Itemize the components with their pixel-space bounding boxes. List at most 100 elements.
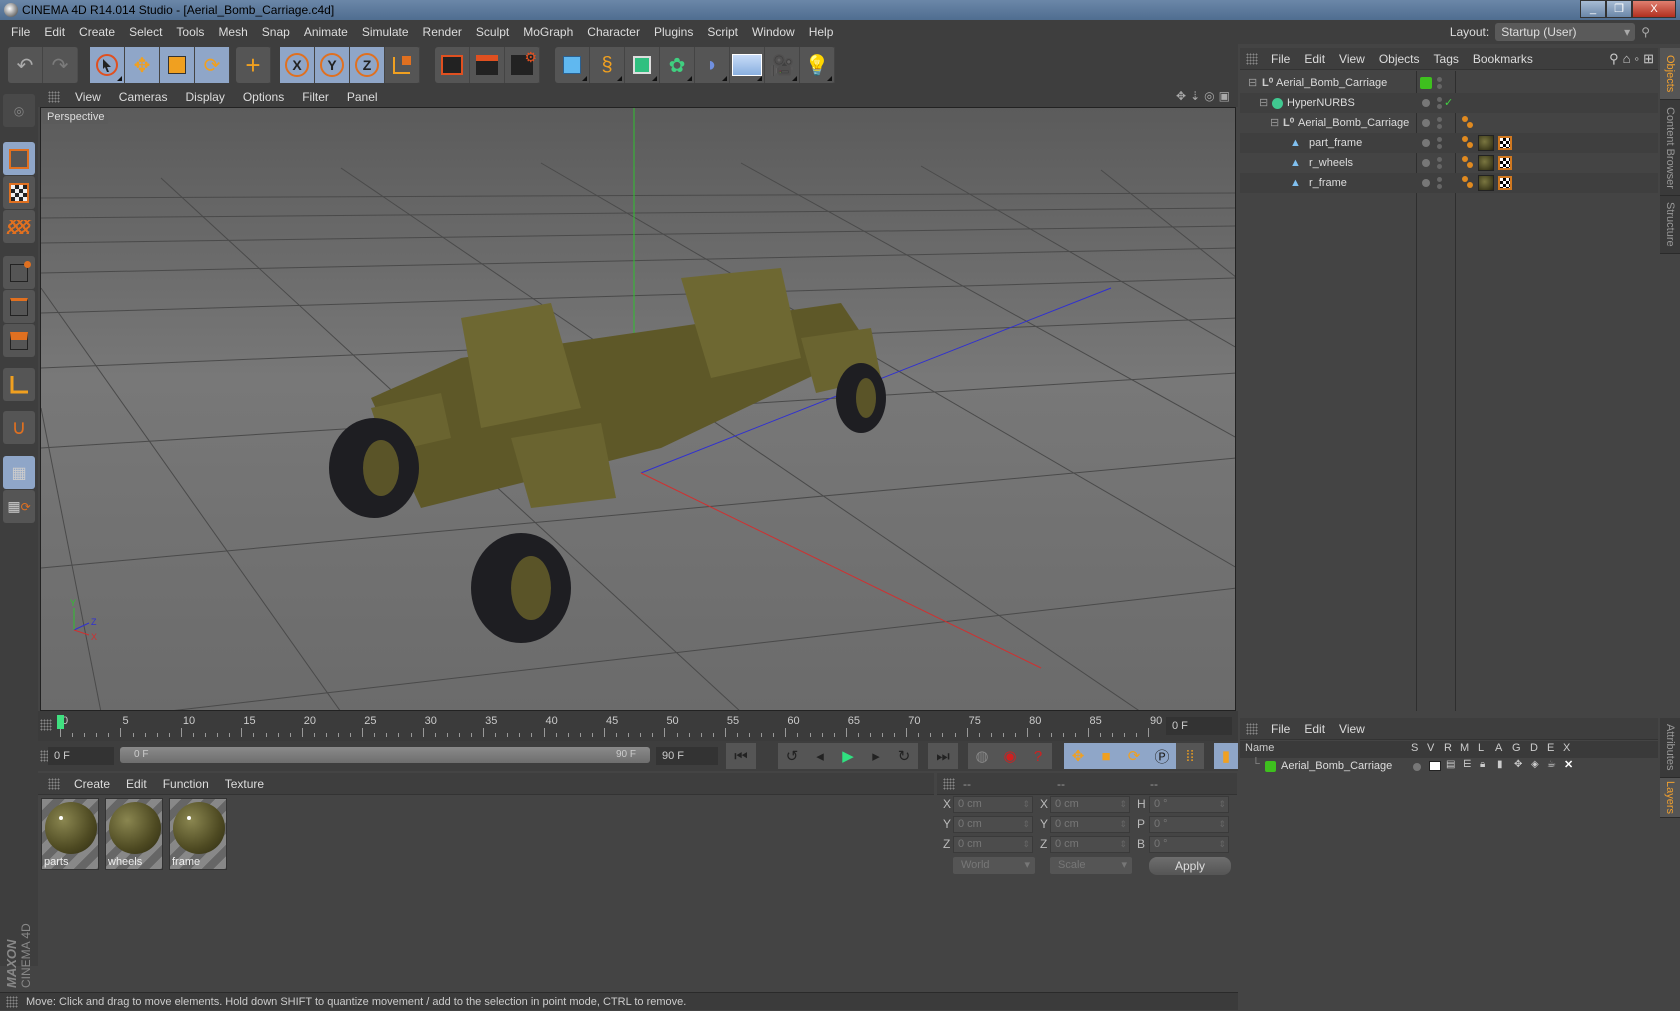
layer-row[interactable]: └ Aerial_Bomb_Carriage ▤ ⋿ 🔒︎ ▮ ✥ ◈ ☕︎ ✕ (1240, 758, 1658, 776)
next-frame-icon[interactable]: ▸ (862, 743, 890, 769)
menu-create[interactable]: Create (72, 25, 122, 39)
maximize-icon[interactable]: ▣ (1219, 89, 1230, 103)
material-menu-texture[interactable]: Texture (217, 777, 272, 791)
polygons-mode-icon[interactable] (3, 324, 35, 357)
pos-y-field[interactable]: 0 cm (953, 816, 1033, 833)
light-icon[interactable]: 💡 (800, 47, 835, 83)
object-name[interactable]: Aerial_Bomb_Carriage (1276, 73, 1387, 93)
layer-dot[interactable] (1422, 179, 1430, 187)
material-tag-icon[interactable] (1478, 175, 1494, 191)
layer-view-eye-icon[interactable] (1429, 761, 1441, 771)
layer-dot[interactable] (1422, 119, 1430, 127)
menu-character[interactable]: Character (580, 25, 647, 39)
uvw-tag-icon[interactable] (1498, 136, 1512, 150)
make-editable-icon[interactable]: ◎ (3, 94, 35, 127)
tree-row[interactable]: ⊟ HyperNURBS ✓ (1240, 93, 1658, 113)
frame-range-slider[interactable]: 0 F 90 F (120, 747, 650, 763)
previous-frame-icon[interactable]: ◂ (806, 743, 834, 769)
layout-dropdown[interactable]: Startup (User) (1495, 23, 1636, 41)
viewport-menu-options[interactable]: Options (234, 90, 293, 104)
viewport-menu-panel[interactable]: Panel (338, 90, 387, 104)
array-icon[interactable]: ✿ (660, 47, 695, 83)
x-axis-icon[interactable]: X (280, 47, 315, 83)
layer-name[interactable]: Aerial_Bomb_Carriage (1281, 760, 1392, 772)
viewport-menu-view[interactable]: View (66, 90, 110, 104)
col-view[interactable]: V (1427, 742, 1434, 754)
visibility-render-dot[interactable] (1437, 104, 1442, 109)
previous-key-icon[interactable]: ↺ (778, 743, 806, 769)
camera-icon[interactable]: 🎥 (765, 47, 800, 83)
layer-lock-icon[interactable]: 🔒︎ (1480, 759, 1485, 770)
scale-icon[interactable] (160, 47, 195, 83)
collapse-icon[interactable]: ⊟ (1248, 73, 1257, 93)
layer-generators-icon[interactable]: ✥ (1514, 759, 1522, 770)
autokey-icon[interactable]: ◉ (996, 743, 1024, 769)
pos-x-field[interactable]: 0 cm (953, 796, 1033, 813)
menu-select[interactable]: Select (122, 25, 169, 39)
zoom-icon[interactable]: ⇣ (1190, 89, 1200, 103)
material-menu-function[interactable]: Function (155, 777, 217, 791)
object-name[interactable]: r_frame (1309, 173, 1347, 193)
uvw-tag-icon[interactable] (1498, 156, 1512, 170)
layer-dot[interactable] (1422, 99, 1430, 107)
orbit-icon[interactable]: ◎ (1204, 89, 1214, 103)
enabled-check-icon[interactable]: ✓ (1444, 93, 1453, 113)
edges-mode-icon[interactable] (3, 290, 35, 323)
rot-b-field[interactable]: 0 ° (1149, 836, 1229, 853)
viewport-menu-cameras[interactable]: Cameras (110, 90, 177, 104)
render-view-icon[interactable] (435, 47, 470, 83)
object-name[interactable]: r_wheels (1309, 153, 1353, 173)
restore-button[interactable]: ❐ (1606, 0, 1632, 18)
workplane-lock-icon[interactable]: ▦ (3, 456, 35, 489)
floor-icon[interactable] (730, 47, 765, 83)
tab-structure[interactable]: Structure (1660, 196, 1680, 254)
panel-grip[interactable] (48, 90, 60, 103)
close-button[interactable]: X (1632, 0, 1676, 18)
position-key-icon[interactable]: ✥ (1064, 743, 1092, 769)
cube-icon[interactable] (555, 47, 590, 83)
workplane-sync-icon[interactable]: ▦ ⟳ (3, 490, 35, 523)
visibility-editor-dot[interactable] (1437, 137, 1442, 142)
tab-content-browser[interactable]: Content Browser (1660, 100, 1680, 196)
material-tag-icon[interactable] (1478, 155, 1494, 171)
current-frame-field[interactable]: 0 F (1166, 717, 1232, 735)
add-object-icon[interactable]: + (236, 47, 271, 83)
visibility-render-dot[interactable] (1437, 164, 1442, 169)
tab-layers[interactable]: Layers (1660, 778, 1680, 818)
tree-row[interactable]: ▲ part_frame (1240, 133, 1658, 153)
tree-row[interactable]: ▲ r_frame (1240, 173, 1658, 193)
timeline-icon[interactable]: ▮ (1214, 743, 1238, 769)
layers-menu-view[interactable]: View (1332, 722, 1372, 736)
material-parts[interactable]: parts (41, 798, 99, 870)
tree-row[interactable]: ▲ r_wheels (1240, 153, 1658, 173)
col-solo[interactable]: S (1411, 742, 1418, 754)
menu-help[interactable]: Help (802, 25, 841, 39)
play-icon[interactable]: ▶ (834, 743, 862, 769)
scale-key-icon[interactable]: ■ (1092, 743, 1120, 769)
tab-objects[interactable]: Objects (1660, 48, 1680, 100)
end-frame-field[interactable]: 90 F (656, 747, 718, 765)
3d-viewport[interactable]: Y Z X Perspective (40, 107, 1236, 711)
visibility-editor-dot[interactable] (1437, 77, 1442, 82)
menu-edit[interactable]: Edit (37, 25, 72, 39)
object-name[interactable]: Aerial_Bomb_Carriage (1298, 113, 1409, 133)
apply-button[interactable]: Apply (1149, 857, 1231, 875)
timeline-ruler[interactable]: 0 5 10 15 20 25 30 35 40 45 50 55 60 65 70 75 80 85 90 0 F (38, 711, 1238, 741)
layer-manager-icon[interactable]: ⋿ (1463, 759, 1472, 770)
point-level-icon[interactable]: ⁞⁞ (1176, 743, 1204, 769)
texture-mode-icon[interactable] (3, 176, 35, 209)
visibility-editor-dot[interactable] (1437, 97, 1442, 102)
new-window-icon[interactable]: ⊞ (1643, 51, 1654, 67)
layer-render-icon[interactable]: ▤ (1446, 759, 1455, 770)
menu-script[interactable]: Script (700, 25, 745, 39)
menu-mograph[interactable]: MoGraph (516, 25, 580, 39)
render-picture-viewer-icon[interactable] (470, 47, 505, 83)
home-icon[interactable]: ⌂ (1623, 51, 1631, 67)
live-select-icon[interactable] (90, 47, 125, 83)
visibility-editor-dot[interactable] (1437, 177, 1442, 182)
menu-sculpt[interactable]: Sculpt (469, 25, 516, 39)
menu-animate[interactable]: Animate (297, 25, 355, 39)
size-z-field[interactable]: 0 cm (1050, 836, 1130, 853)
rot-h-field[interactable]: 0 ° (1149, 796, 1229, 813)
viewport-menu-display[interactable]: Display (176, 90, 233, 104)
